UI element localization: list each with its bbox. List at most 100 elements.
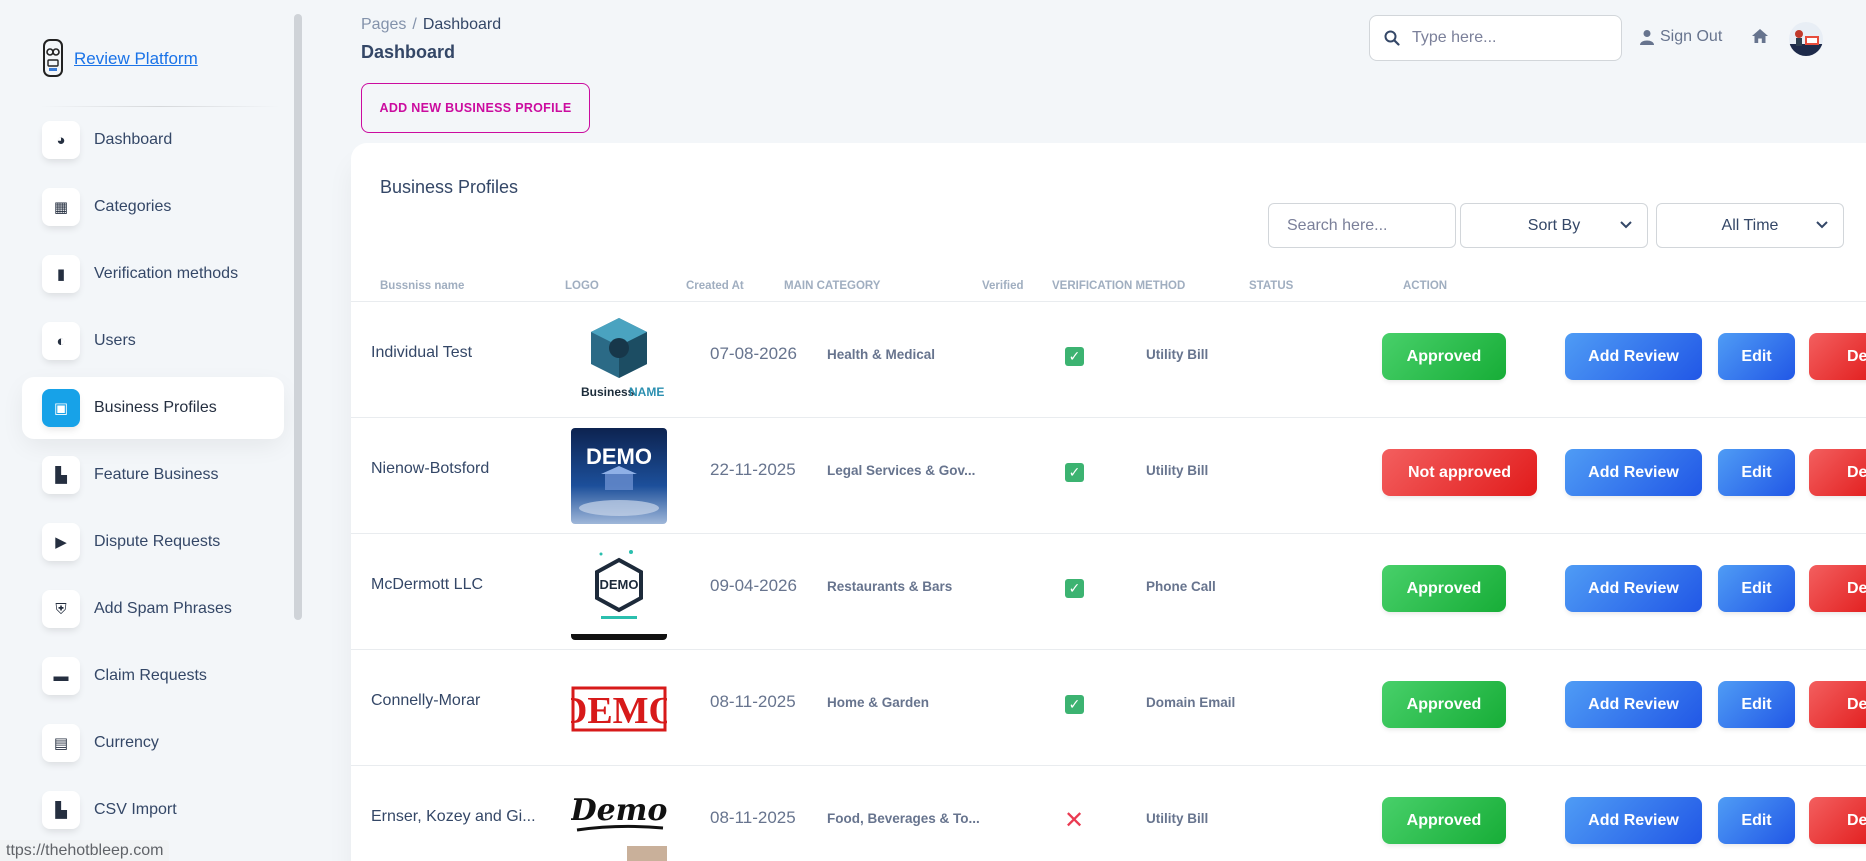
business-name: Ernser, Kozey and Gi... bbox=[371, 808, 536, 825]
svg-text:DEMO: DEMO bbox=[586, 444, 652, 469]
sidebar-item-label: Add Spam Phrases bbox=[94, 600, 232, 617]
shield-icon: ⛨ bbox=[42, 590, 80, 628]
created-at: 08-11-2025 bbox=[710, 692, 796, 711]
sidebar-item-add-spam-phrases[interactable]: ⛨ Add Spam Phrases bbox=[22, 578, 284, 640]
sidebar-item-label: CSV Import bbox=[94, 801, 177, 818]
verification-method: Utility Bill bbox=[1146, 347, 1209, 362]
status-badge[interactable]: Approved bbox=[1382, 797, 1506, 844]
verification-method: Domain Email bbox=[1146, 695, 1236, 710]
business-name: Nienow-Botsford bbox=[371, 460, 490, 477]
time-range-select[interactable]: All Time bbox=[1656, 203, 1844, 248]
laptop-icon: ▬ bbox=[42, 657, 80, 695]
add-review-button[interactable]: Add Review bbox=[1565, 565, 1702, 612]
svg-text:Business: Business bbox=[581, 385, 635, 399]
sidebar-item-label: Currency bbox=[94, 734, 159, 751]
add-review-button[interactable]: Add Review bbox=[1565, 333, 1702, 380]
sidebar-item-business-profiles[interactable]: ▣ Business Profiles bbox=[22, 377, 284, 439]
svg-text:DEMO: DEMO bbox=[571, 690, 667, 732]
sidebar-item-feature-business[interactable]: ▙ Feature Business bbox=[22, 444, 284, 506]
svg-text:DEMO: DEMO bbox=[600, 577, 639, 592]
add-review-button[interactable]: Add Review bbox=[1565, 449, 1702, 496]
verification-method: Phone Call bbox=[1146, 579, 1216, 594]
sidebar-item-label: Claim Requests bbox=[94, 667, 207, 684]
sidebar-nav: ◕ Dashboard ▦ Categories ▮ Verification metho… bbox=[22, 109, 284, 846]
status-badge[interactable]: Not approved bbox=[1382, 449, 1537, 496]
sidebar-item-categories[interactable]: ▦ Categories bbox=[22, 176, 284, 238]
sidebar-item-verification-methods[interactable]: ▮ Verification methods bbox=[22, 243, 284, 305]
business-name: McDermott LLC bbox=[371, 576, 484, 593]
verification-method: Utility Bill bbox=[1146, 811, 1209, 826]
time-range-label: All Time bbox=[1721, 216, 1779, 234]
sidebar-scrollbar[interactable] bbox=[294, 14, 302, 620]
table-search-input[interactable] bbox=[1268, 203, 1456, 248]
avatar-image bbox=[1789, 30, 1823, 56]
cross-icon: ✕ bbox=[1064, 807, 1085, 834]
avatar[interactable] bbox=[1789, 22, 1823, 56]
row-divider bbox=[351, 533, 1866, 534]
demo-blue-logo: DEMO bbox=[571, 428, 667, 524]
sidebar-item-users[interactable]: ◐ Users bbox=[22, 310, 284, 372]
status-badge[interactable]: Approved bbox=[1382, 333, 1506, 380]
demo-stamp-logo: DEMO bbox=[571, 660, 667, 756]
profile-card-icon: ▣ bbox=[42, 389, 80, 427]
add-review-button[interactable]: Add Review bbox=[1565, 797, 1702, 844]
edit-button[interactable]: Edit bbox=[1718, 797, 1795, 844]
brand-name[interactable]: Review Platform bbox=[74, 49, 198, 69]
brand[interactable]: Review Platform bbox=[40, 38, 198, 80]
status-badge[interactable]: Approved bbox=[1382, 681, 1506, 728]
business-name: Connelly-Morar bbox=[371, 692, 481, 709]
checkbox-checked-icon: ✓ bbox=[1065, 695, 1084, 714]
sort-by-select[interactable]: Sort By bbox=[1460, 203, 1648, 248]
business-name: Individual Test bbox=[371, 344, 473, 361]
sidebar-item-dashboard[interactable]: ◕ Dashboard bbox=[22, 109, 284, 171]
demo-hexagon-logo: DEMO bbox=[571, 544, 667, 640]
user-icon bbox=[1640, 30, 1654, 45]
delete-button[interactable]: Dele bbox=[1809, 797, 1866, 844]
breadcrumb-root[interactable]: Pages bbox=[361, 16, 406, 34]
sidebar-item-label: Categories bbox=[94, 198, 172, 215]
edit-button[interactable]: Edit bbox=[1718, 333, 1795, 380]
sidebar-item-label: Feature Business bbox=[94, 466, 219, 483]
status-bar-url: ttps://thehotbleep.com bbox=[0, 840, 170, 861]
edit-button[interactable]: Edit bbox=[1718, 449, 1795, 496]
sidebar-item-claim-requests[interactable]: ▬ Claim Requests bbox=[22, 645, 284, 707]
top-search-input[interactable] bbox=[1412, 29, 1602, 47]
main-category: Restaurants & Bars bbox=[827, 579, 953, 594]
sidebar-item-label: Business Profiles bbox=[94, 399, 217, 416]
add-new-business-profile-button[interactable]: ADD NEW BUSINESS PROFILE bbox=[361, 83, 590, 133]
column-header: MAIN CATEGORY bbox=[784, 280, 881, 292]
created-at: 08-11-2025 bbox=[710, 808, 796, 827]
status-badge[interactable]: Approved bbox=[1382, 565, 1506, 612]
add-review-button[interactable]: Add Review bbox=[1565, 681, 1702, 728]
delete-button[interactable]: Dele bbox=[1809, 565, 1866, 612]
delete-button[interactable]: Dele bbox=[1809, 681, 1866, 728]
created-at: 09-04-2026 bbox=[710, 576, 797, 595]
main-category: Legal Services & Gov... bbox=[827, 463, 976, 478]
column-header: STATUS bbox=[1249, 280, 1294, 292]
shop-icon: ▤ bbox=[42, 724, 80, 762]
top-search-box[interactable] bbox=[1369, 15, 1622, 61]
robot-logo-icon bbox=[43, 39, 63, 77]
sidebar-item-csv-import[interactable]: ▙ CSV Import bbox=[22, 779, 284, 841]
delete-button[interactable]: Dele bbox=[1809, 333, 1866, 380]
edit-button[interactable]: Edit bbox=[1718, 681, 1795, 728]
breadcrumb-separator: / bbox=[412, 16, 417, 33]
edit-button[interactable]: Edit bbox=[1718, 565, 1795, 612]
main-category: Food, Beverages & To... bbox=[827, 811, 980, 826]
main-category: Health & Medical bbox=[827, 347, 936, 362]
business-name-logo: Business NAME bbox=[571, 312, 667, 408]
home-icon[interactable] bbox=[1751, 28, 1769, 44]
sidebar-item-dispute-requests[interactable]: ▶ Dispute Requests bbox=[22, 511, 284, 573]
chevron-down-icon bbox=[1620, 221, 1632, 229]
column-header: Bussniss name bbox=[380, 280, 465, 292]
delete-button[interactable]: Dele bbox=[1809, 449, 1866, 496]
demo-handwritten-logo: Demo bbox=[571, 776, 667, 861]
created-at: 22-11-2025 bbox=[710, 460, 796, 479]
sort-by-label: Sort By bbox=[1527, 216, 1581, 234]
page-title: Dashboard bbox=[361, 42, 456, 62]
sidebar-item-currency[interactable]: ▤ Currency bbox=[22, 712, 284, 774]
search-icon bbox=[1384, 30, 1400, 46]
column-header: ACTION bbox=[1403, 280, 1448, 292]
checkbox-checked-icon: ✓ bbox=[1065, 463, 1084, 482]
sign-out-link[interactable]: Sign Out bbox=[1640, 28, 1722, 46]
